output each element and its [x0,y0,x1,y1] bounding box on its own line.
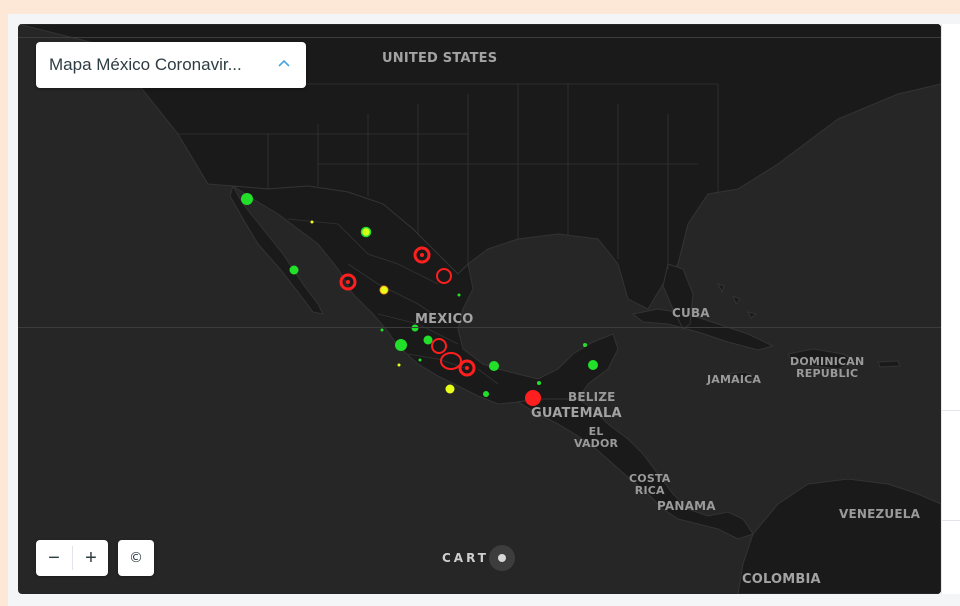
label-united-states: UNITED STATES [382,51,498,66]
zoom-control: − + [36,540,108,576]
label-venezuela: VENEZUELA [839,507,921,521]
label-jamaica: JAMAICA [707,373,762,386]
label-guatemala: GUATEMALA [531,406,622,421]
label-el-salvador: EL VADOR [574,426,618,450]
land-puerto-rico [877,360,901,368]
label-costa-rica-line2: RICA [634,484,665,497]
label-dominican-republic: DOMINICAN REPUBLIC [790,356,864,380]
marker-medium [379,285,389,295]
tile-seam-middle [18,327,941,328]
marker-high [465,366,469,370]
marker-low [241,193,253,205]
chevron-up-icon[interactable] [277,58,291,68]
marker-low [588,360,598,370]
marker-low [289,265,299,275]
zoom-out-button[interactable]: − [36,540,72,576]
marker-low [457,293,461,297]
label-dominican-line2: REPUBLIC [796,367,859,380]
marker-low [489,361,499,371]
marker-low [423,335,433,345]
carto-logo-icon [489,545,515,571]
zoom-in-button[interactable]: + [73,540,109,576]
marker-high [420,253,424,257]
marker-low [310,220,314,224]
label-cuba: CUBA [672,306,710,320]
attribution-button[interactable]: © [118,540,154,576]
land-bahamas [717,283,758,319]
map-canvas[interactable]: UNITED STATES MEXICO CUBA JAMAICA DOMINI… [18,24,941,594]
marker-low [418,358,422,362]
marker-low [380,328,384,332]
layer-selector-label: Mapa México Coronavir... [49,55,242,74]
layer-selector[interactable]: Mapa México Coronavir... [36,42,306,88]
marker-low [537,381,541,385]
marker-high [346,280,350,284]
marker-high [525,390,541,406]
side-panel-edge [941,24,960,594]
marker-medium [445,384,455,394]
label-el-salvador-line2: VADOR [574,437,619,450]
label-panama: PANAMA [657,499,716,513]
marker-low [583,343,587,347]
label-costa-rica: COSTA RICA [629,473,671,497]
marker-low [397,363,401,367]
marker-medium [360,226,372,238]
marker-low [483,391,489,397]
marker-low [395,339,407,351]
basemap-svg [18,24,941,594]
label-belize: BELIZE [568,390,616,404]
label-colombia: COLOMBIA [742,572,821,587]
label-mexico: MEXICO [415,312,474,327]
tile-seam-top [18,37,941,38]
